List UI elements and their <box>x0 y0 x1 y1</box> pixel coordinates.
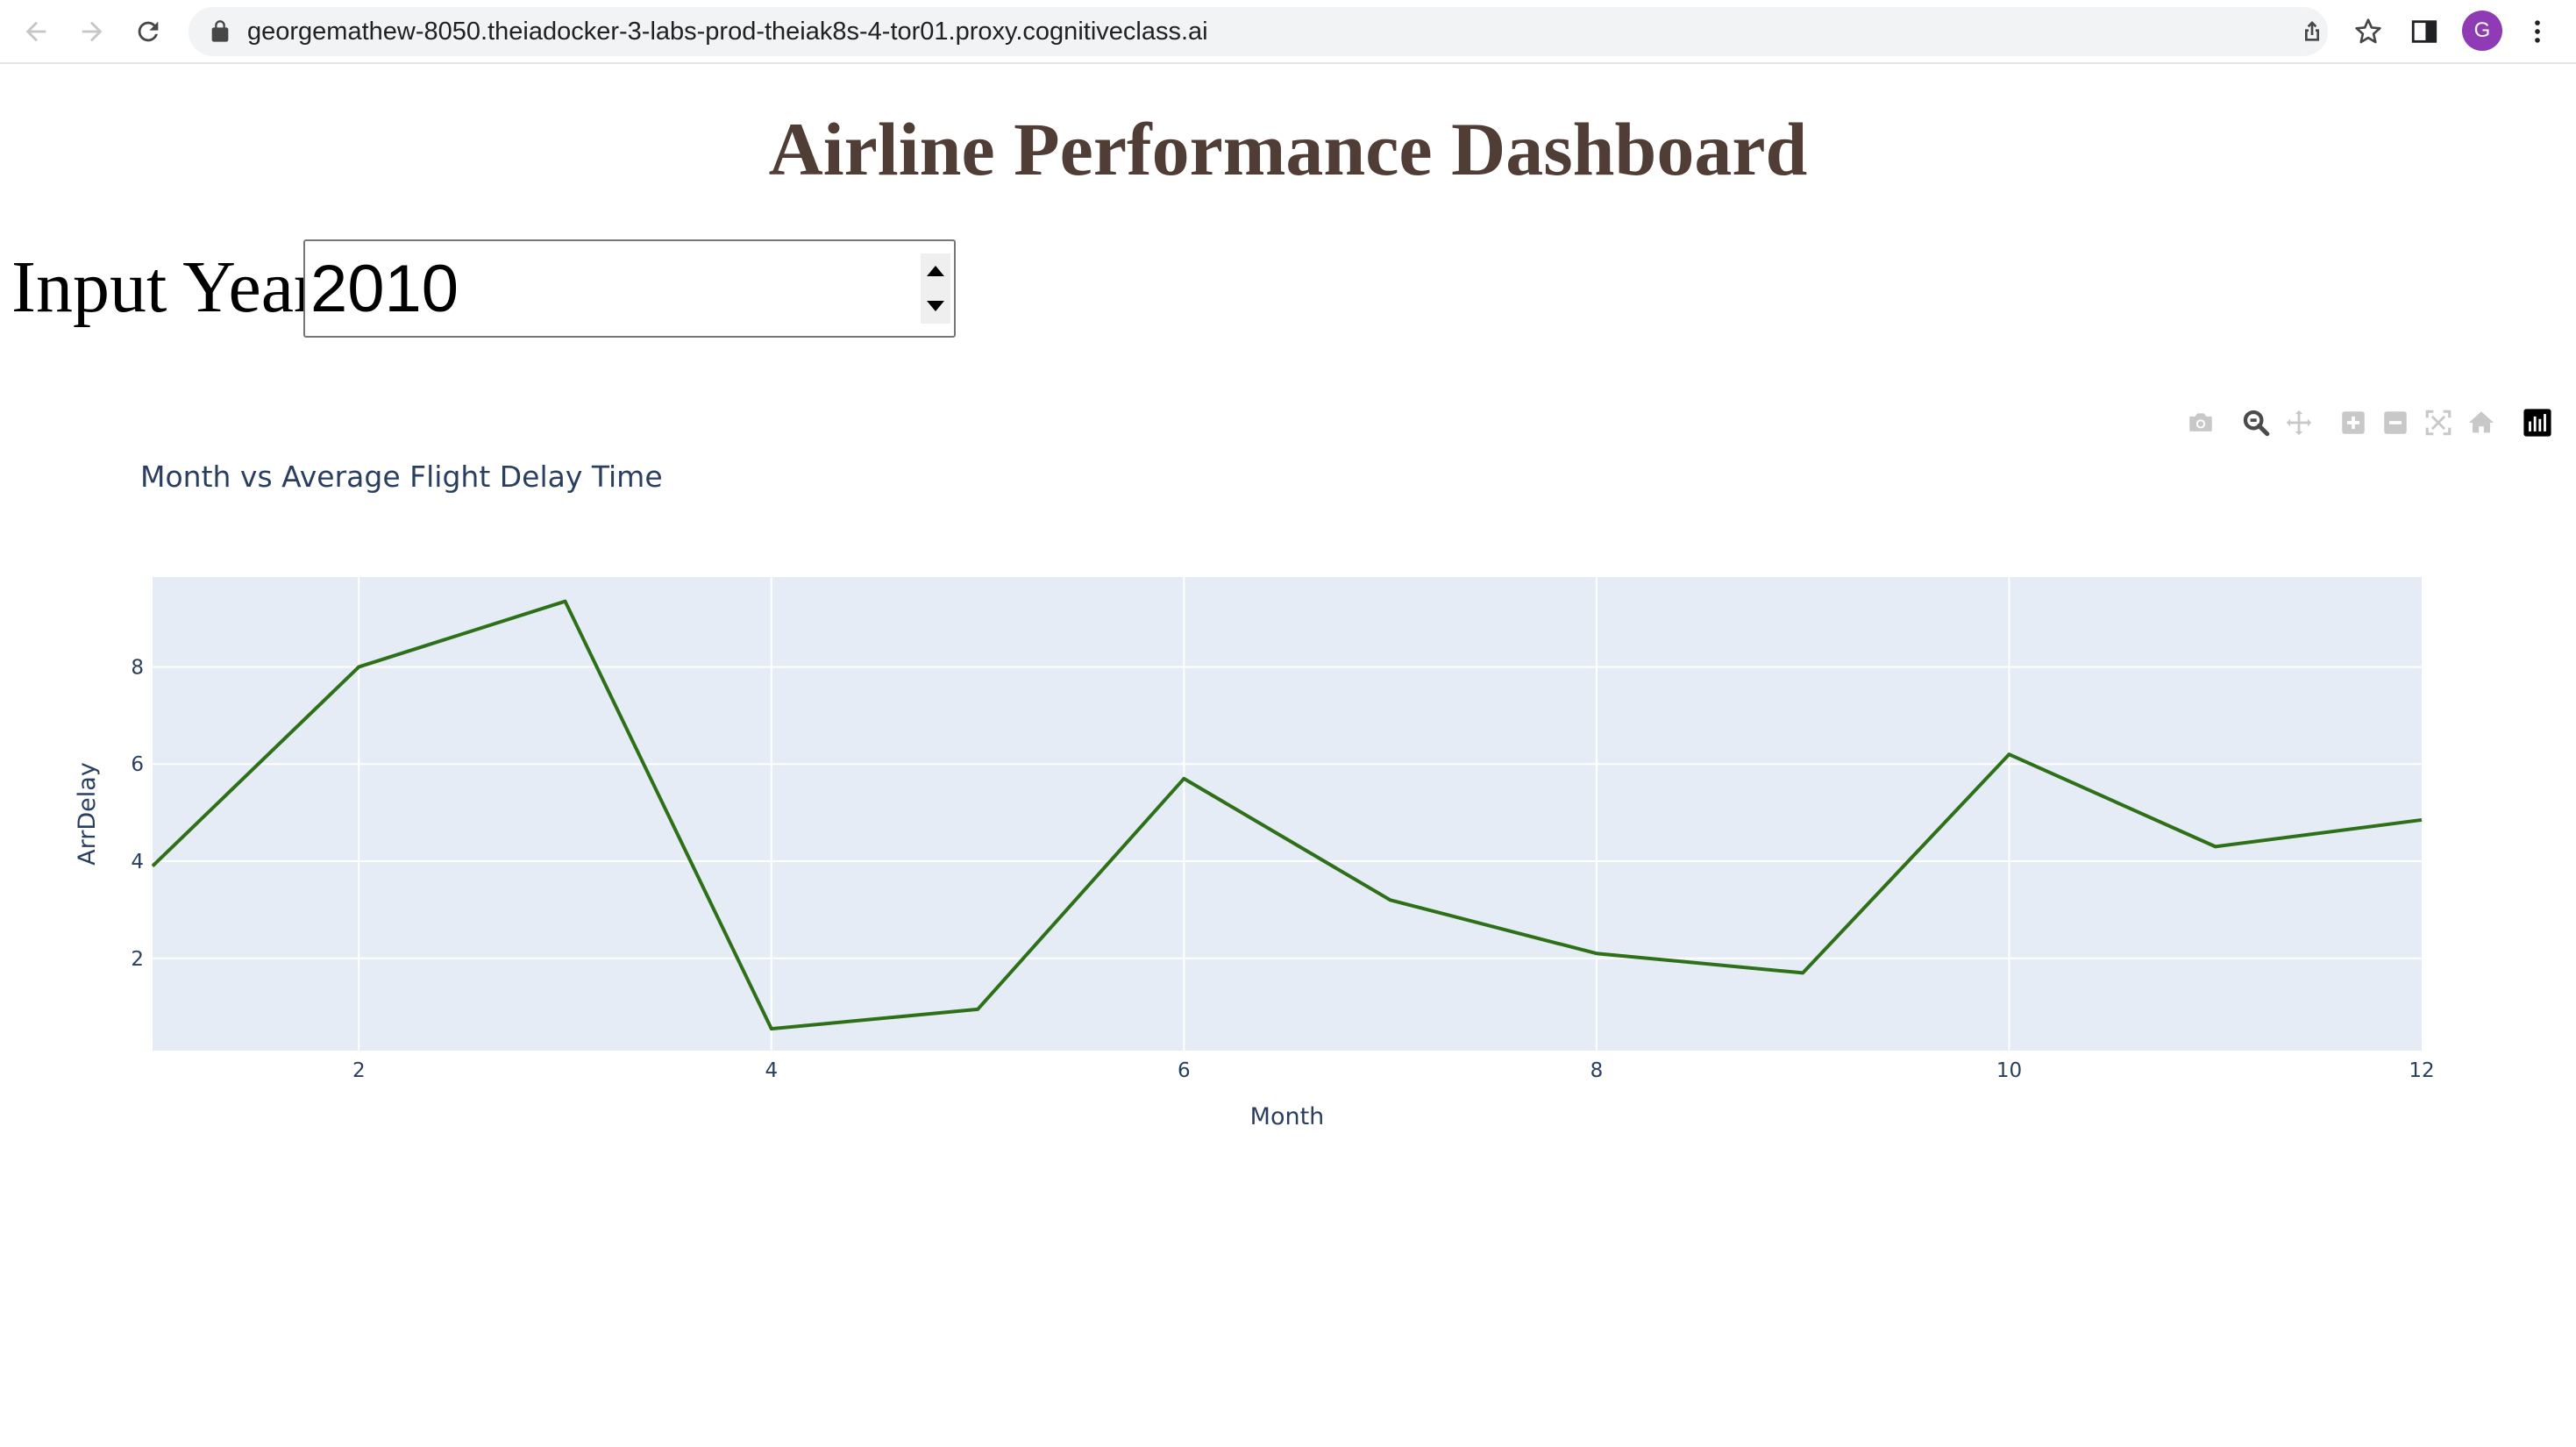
delay-line-chart[interactable]: 2 4 6 8 10 12 2 4 6 8 Month ArrDelay <box>0 526 2576 1158</box>
x-tick-label: 10 <box>1996 1059 2022 1082</box>
bookmark-button[interactable] <box>2352 16 2384 47</box>
browser-toolbar: georgemathew-8050.theiadocker-3-labs-pro… <box>0 0 2576 64</box>
zoom-in-button[interactable] <box>2334 403 2373 442</box>
data-point[interactable] <box>150 864 155 869</box>
y-tick-label: 8 <box>131 656 144 679</box>
data-point[interactable] <box>1594 951 1599 956</box>
year-input-box[interactable] <box>303 239 956 338</box>
data-point[interactable] <box>2213 844 2218 849</box>
pan-icon <box>2286 410 2312 436</box>
plotly-logo-icon <box>2523 409 2551 437</box>
data-point[interactable] <box>2419 817 2424 823</box>
y-axis-label: ArrDelay <box>74 762 101 866</box>
zoom-out-button[interactable] <box>2376 403 2415 442</box>
address-bar[interactable]: georgemathew-8050.theiadocker-3-labs-pro… <box>189 7 2381 56</box>
zoom-button[interactable] <box>2237 403 2275 442</box>
data-point[interactable] <box>356 664 361 669</box>
data-point[interactable] <box>975 1007 980 1012</box>
side-panel-icon <box>2411 20 2437 43</box>
share-button[interactable] <box>2296 16 2328 47</box>
year-input[interactable] <box>310 241 915 336</box>
camera-icon <box>2189 413 2212 431</box>
x-tick-label: 6 <box>1178 1059 1191 1082</box>
more-icon <box>2535 20 2540 43</box>
data-point[interactable] <box>1181 776 1186 781</box>
zoom-out-icon <box>2384 411 2407 434</box>
zoom-in-icon <box>2342 411 2365 434</box>
lock-icon[interactable] <box>208 19 232 44</box>
x-tick-label: 8 <box>1590 1059 1604 1082</box>
back-button[interactable] <box>15 11 57 53</box>
forward-button[interactable] <box>71 11 113 53</box>
share-icon <box>2305 21 2319 41</box>
chart-title: Month vs Average Flight Delay Time <box>140 460 663 494</box>
x-axis-label: Month <box>1250 1103 1325 1130</box>
x-tick-label: 12 <box>2409 1059 2434 1082</box>
zoom-icon <box>2243 410 2270 437</box>
y-tick-label: 6 <box>131 753 144 776</box>
back-icon <box>25 21 46 42</box>
x-tick-label: 2 <box>352 1059 366 1082</box>
autoscale-button[interactable] <box>2419 403 2458 442</box>
url-text[interactable]: georgemathew-8050.theiadocker-3-labs-pro… <box>247 7 1208 56</box>
reset-axes-button[interactable] <box>2462 403 2501 442</box>
y-tick-label: 4 <box>131 851 144 873</box>
year-spinner[interactable] <box>921 253 950 324</box>
download-plot-button[interactable] <box>2181 403 2220 442</box>
y-tick-label: 2 <box>131 948 144 971</box>
data-point[interactable] <box>563 599 568 604</box>
data-point[interactable] <box>769 1026 774 1031</box>
data-point[interactable] <box>2006 752 2011 757</box>
triangle-down-icon <box>927 301 944 311</box>
autoscale-icon <box>2425 410 2451 436</box>
data-point[interactable] <box>1388 897 1393 902</box>
plotly-logo-button[interactable] <box>2518 403 2557 442</box>
year-input-label: Input Year <box>11 246 318 328</box>
triangle-up-icon <box>927 266 944 276</box>
data-point[interactable] <box>1800 970 1805 975</box>
spinner-up-button[interactable] <box>921 253 950 289</box>
star-icon <box>2355 18 2381 44</box>
page-title: Airline Performance Dashboard <box>768 107 1808 191</box>
pan-button[interactable] <box>2280 403 2318 442</box>
reload-icon <box>138 21 159 42</box>
spinner-down-button[interactable] <box>921 289 950 324</box>
x-tick-label: 4 <box>765 1059 778 1082</box>
menu-button[interactable] <box>2518 12 2557 51</box>
reload-button[interactable] <box>127 11 169 53</box>
reset-axes-icon <box>2468 411 2494 433</box>
avatar[interactable]: G <box>2462 11 2502 51</box>
side-panel-button[interactable] <box>2405 12 2444 51</box>
plot-area[interactable] <box>153 577 2422 1051</box>
forward-icon <box>82 21 103 42</box>
